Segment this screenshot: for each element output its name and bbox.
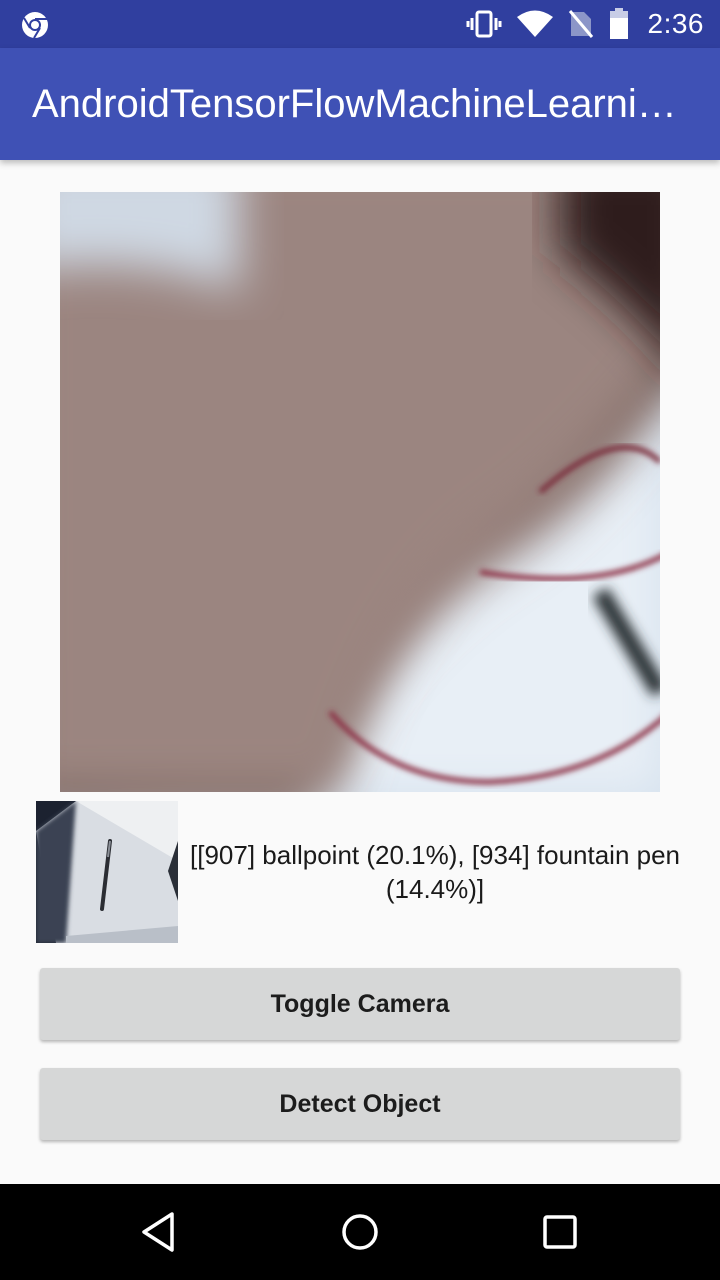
home-icon[interactable] [336,1208,384,1256]
chrome-icon [22,12,48,39]
status-icons: 2:36 [466,0,705,48]
app-bar: AndroidTensorFlowMachineLearni… [0,48,720,160]
app-title: AndroidTensorFlowMachineLearni… [32,82,677,126]
vibrate-icon [466,10,501,38]
camera-preview-image [60,192,660,792]
camera-preview [60,192,660,792]
navigation-bar [0,1184,720,1280]
detect-object-button[interactable]: Detect Object [40,1068,680,1140]
thumbnail-image [36,801,178,943]
status-bar: 2:36 [0,0,720,48]
toggle-camera-button[interactable]: Toggle Camera [40,968,680,1040]
clock: 2:36 [647,8,704,39]
no-sim-icon [568,10,593,38]
back-icon[interactable] [136,1208,184,1256]
wifi-icon [516,10,553,37]
classification-result: [[907] ballpoint (20.1%), [934] fountain… [190,840,681,904]
captured-thumbnail [36,801,178,943]
battery-icon [609,8,628,39]
recents-icon[interactable] [536,1208,584,1256]
